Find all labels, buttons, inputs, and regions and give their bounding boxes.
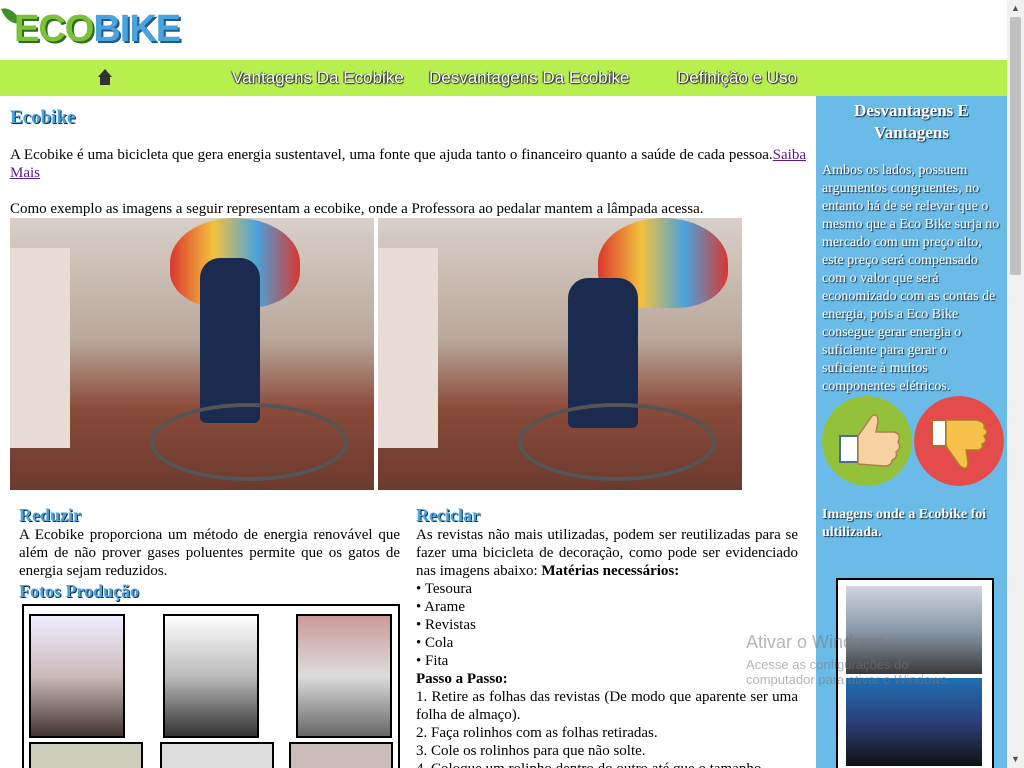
scroll-down-icon[interactable]: ▼ [1007, 751, 1024, 768]
page: ECOBIKE Vantagens Da Ecobike Desvantagen… [0, 0, 1007, 768]
poster-panel [378, 248, 438, 448]
person-figure [200, 258, 260, 423]
list-item: • Tesoura [416, 581, 472, 597]
bike-wheel [518, 403, 716, 481]
nav-link-definicao[interactable]: Definição e Uso [677, 60, 797, 96]
example-paragraph: Como exemplo as imagens a seguir represe… [10, 201, 704, 217]
thumbs-up-icon [822, 396, 912, 486]
fotos-producao-title: Fotos Produção [19, 581, 140, 601]
scroll-thumb[interactable] [1010, 17, 1021, 275]
photo-gallery [22, 604, 400, 768]
vertical-scrollbar[interactable]: ▲ ▼ [1007, 0, 1024, 768]
gallery-photo[interactable] [160, 742, 274, 768]
scroll-up-icon[interactable]: ▲ [1007, 0, 1024, 17]
gallery-photo[interactable] [289, 742, 393, 768]
main-content: Ecobike A Ecobike é uma bicicleta que ge… [0, 96, 816, 768]
side-title: Desvantagens E Vantagens [854, 101, 969, 142]
ecobike-photo-1 [10, 218, 374, 490]
thumbs-down-icon [914, 396, 1004, 486]
ecobike-logo[interactable]: ECOBIKE [1, 4, 181, 54]
nav-link-desvantagens[interactable]: Desvantagens Da Ecobike [429, 60, 629, 96]
list-item: • Revistas [416, 617, 476, 633]
list-item: • Fita [416, 653, 449, 669]
steps-label: Passo a Passo: [416, 671, 508, 687]
poster-panel [10, 248, 70, 448]
usage-photo-event[interactable] [846, 678, 982, 766]
windows-activation-watermark: Ativar o Windows Acesse as configurações… [746, 632, 951, 687]
reciclar-title: Reciclar [416, 505, 480, 525]
logo-text: ECOBIKE [14, 8, 181, 50]
reciclar-text: As revistas não mais utilizadas, podem s… [416, 526, 798, 768]
list-item: • Cola [416, 635, 454, 651]
reduzir-text: A Ecobike proporciona um método de energ… [19, 527, 400, 579]
nav-bar: Vantagens Da Ecobike Desvantagens Da Eco… [0, 60, 1007, 96]
header: ECOBIKE [0, 0, 1007, 60]
materials-list: • Tesoura • Arame • Revistas • Cola • Fi… [416, 580, 798, 670]
step-item: 3. Cole os rolinhos para que não solte. [416, 743, 646, 759]
step-item: 4. Coloque um rolinho dentro do outro at… [416, 760, 798, 768]
gallery-photo[interactable] [163, 614, 259, 738]
bike-wheel [150, 403, 348, 481]
list-item: • Arame [416, 599, 465, 615]
step-item: 2. Faça rolinhos com as folhas retiradas… [416, 725, 658, 741]
reduzir-title: Reduzir [19, 505, 81, 525]
gallery-photo[interactable] [29, 614, 125, 738]
ecobike-photo-2 [378, 218, 742, 490]
gallery-photo[interactable] [29, 742, 143, 768]
home-icon[interactable] [97, 68, 113, 86]
gallery-photo[interactable] [296, 614, 392, 738]
step-item: 1. Retire as folhas das revistas (De mod… [416, 689, 798, 723]
page-title: Ecobike [10, 107, 76, 128]
intro-paragraph: A Ecobike é uma bicicleta que gera energ… [10, 147, 806, 181]
side-images-title: Imagens onde a Ecobike foi ultilizada. [822, 507, 987, 540]
nav-link-vantagens[interactable]: Vantagens Da Ecobike [232, 60, 404, 96]
side-text: Ambos os lados, possuem argumentos congr… [822, 163, 1000, 394]
